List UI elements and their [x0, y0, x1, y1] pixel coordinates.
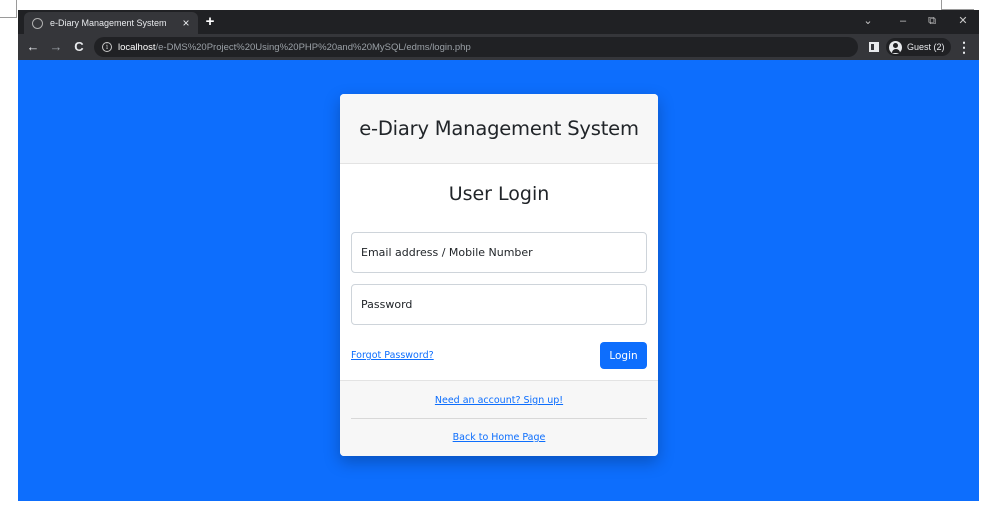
minimize-button[interactable]: –	[893, 13, 913, 29]
card-header: e-Diary Management System	[340, 94, 658, 164]
tab-search-icon[interactable]: ⌄	[858, 13, 878, 29]
login-heading: User Login	[448, 183, 550, 205]
restore-button[interactable]: ⧉	[922, 13, 942, 29]
address-bar[interactable]: i localhost /e-DMS%20Project%20Using%20P…	[94, 37, 858, 57]
back-button[interactable]: ←	[24, 38, 42, 56]
footer-divider	[351, 418, 647, 419]
email-field[interactable]	[351, 232, 647, 273]
login-card: e-Diary Management System User Login For…	[340, 94, 658, 456]
back-home-link[interactable]: Back to Home Page	[340, 432, 658, 443]
card-footer: Need an account? Sign up! Back to Home P…	[340, 380, 658, 456]
browser-tab[interactable]: e-Diary Management System ×	[24, 12, 198, 34]
tab-strip: e-Diary Management System × + ⌄ – ⧉ ✕	[18, 10, 979, 34]
info-icon[interactable]: i	[102, 42, 112, 52]
url-host: localhost	[118, 41, 156, 53]
browser-window: e-Diary Management System × + ⌄ – ⧉ ✕ ← …	[18, 10, 979, 501]
profile-label: Guest (2)	[907, 42, 945, 52]
reload-button[interactable]: C	[70, 38, 88, 56]
avatar-icon	[889, 40, 902, 54]
screen-frame-right	[941, 0, 974, 10]
password-input[interactable]	[361, 298, 646, 311]
password-field[interactable]	[351, 284, 647, 325]
screen-frame-left	[0, 0, 17, 18]
url-path: /e-DMS%20Project%20Using%20PHP%20and%20M…	[155, 41, 471, 53]
close-tab-icon[interactable]: ×	[178, 16, 194, 30]
login-button[interactable]: Login	[600, 342, 647, 369]
email-input[interactable]	[361, 246, 646, 259]
address-toolbar: ← → C i localhost /e-DMS%20Project%20Usi…	[18, 34, 979, 60]
tab-title: e-Diary Management System	[50, 18, 167, 28]
forward-button[interactable]: →	[47, 38, 65, 56]
globe-icon	[32, 17, 43, 29]
side-panel-icon[interactable]	[869, 42, 879, 52]
new-tab-button[interactable]: +	[202, 13, 218, 31]
forgot-password-link[interactable]: Forgot Password?	[351, 350, 434, 361]
site-title: e-Diary Management System	[359, 117, 639, 140]
browser-menu-icon[interactable]: ⋮	[957, 38, 971, 56]
signup-link[interactable]: Need an account? Sign up!	[340, 395, 658, 406]
profile-button[interactable]: Guest (2)	[886, 38, 951, 56]
close-window-button[interactable]: ✕	[953, 13, 973, 29]
